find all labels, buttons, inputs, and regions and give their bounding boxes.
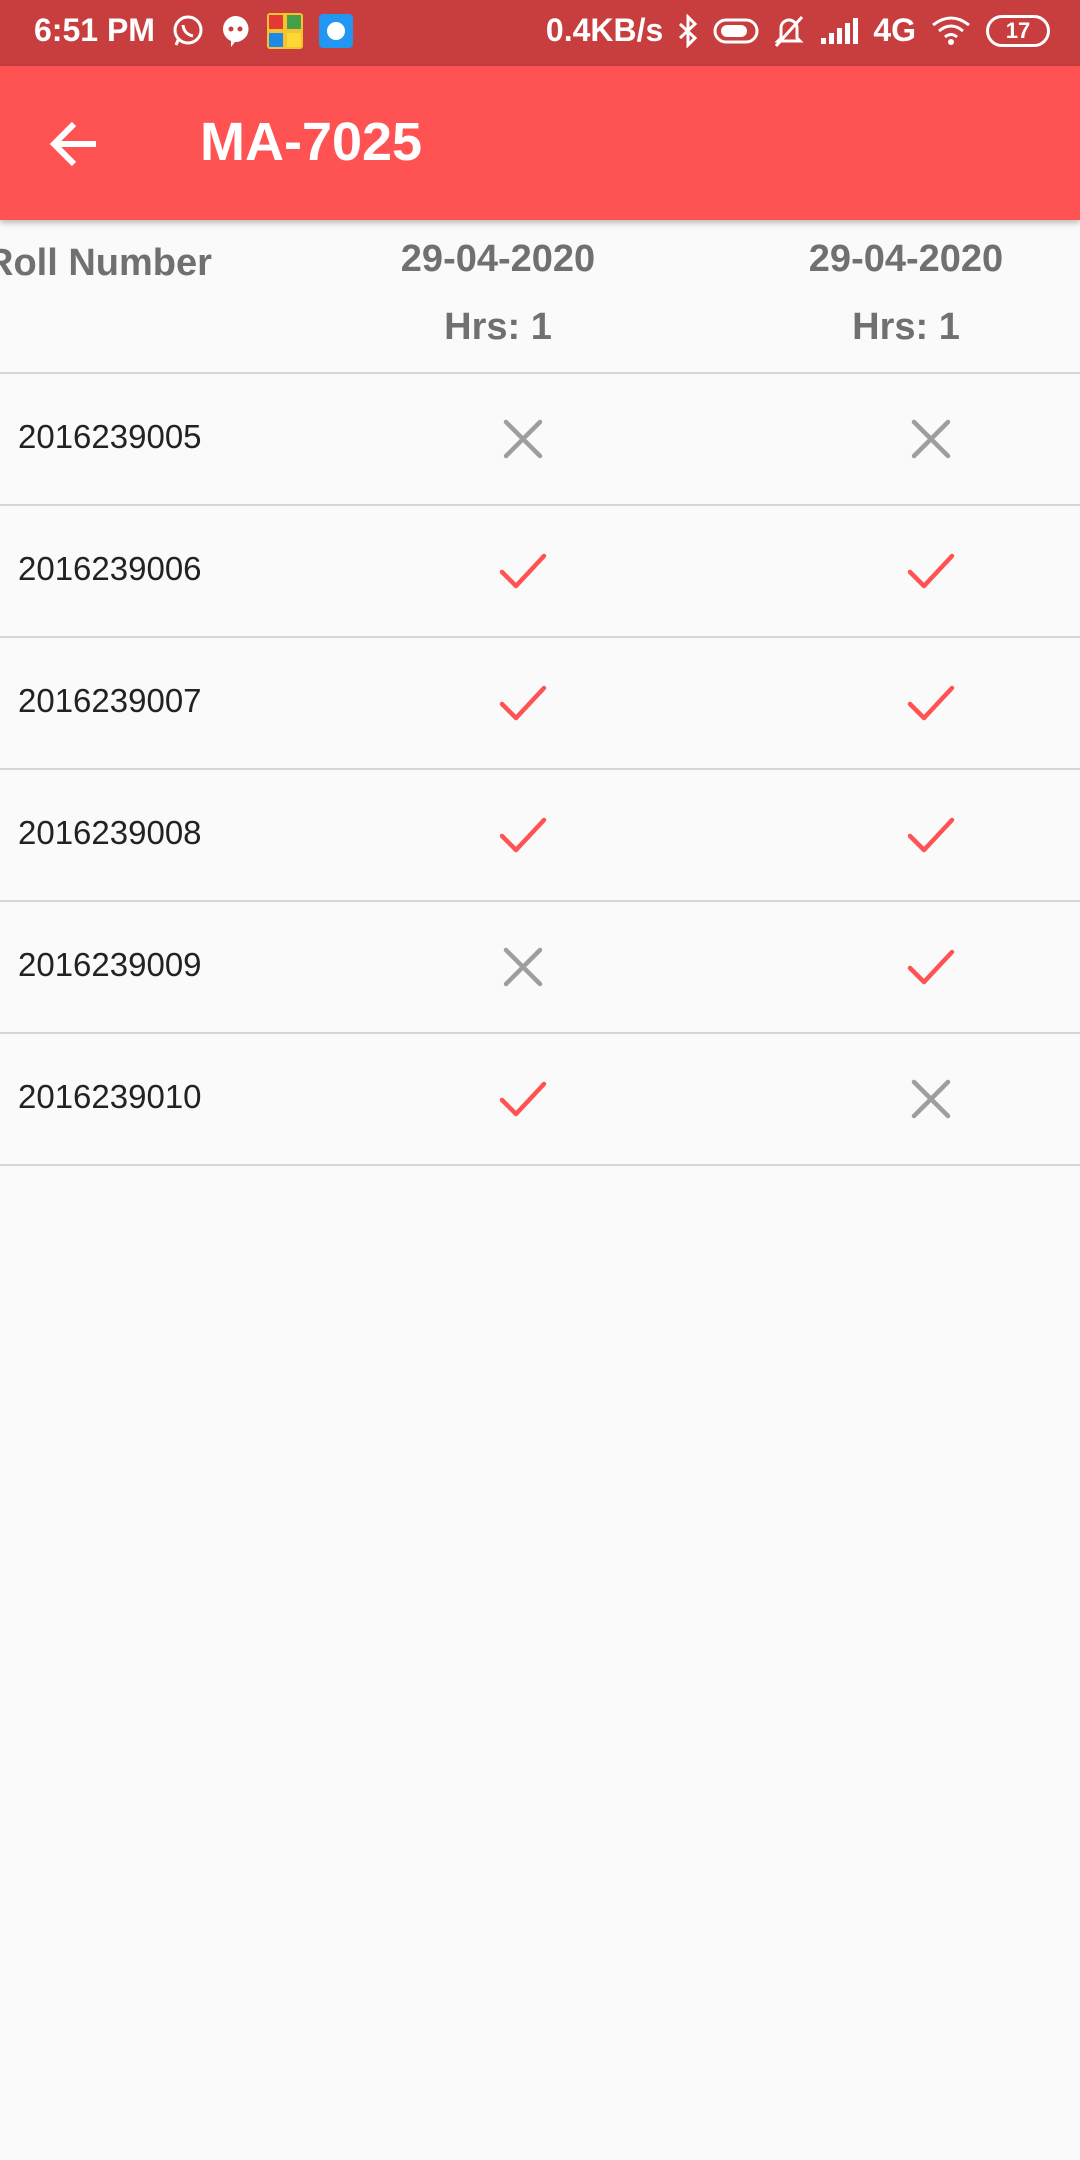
table-row: 2016239009 bbox=[0, 902, 1080, 1034]
close-icon bbox=[498, 414, 548, 464]
messenger-app-icon bbox=[318, 13, 353, 48]
bluetooth-icon bbox=[677, 13, 699, 48]
date-header-2: 29-04-2020 bbox=[808, 238, 1004, 280]
roll-number-cell: 2016239010 bbox=[18, 1078, 202, 1115]
roll-number-cell: 2016239009 bbox=[18, 946, 202, 983]
network-speed: 0.4KB/s bbox=[545, 12, 664, 48]
table-header: Roll Number 29-04-2020 Hrs: 1 29-04-2020… bbox=[0, 220, 1080, 374]
table-row: 2016239006 bbox=[0, 506, 1080, 638]
check-icon bbox=[906, 810, 956, 860]
check-icon bbox=[498, 810, 548, 860]
battery-indicator: 17 bbox=[986, 14, 1050, 47]
check-icon bbox=[498, 546, 548, 596]
check-icon bbox=[906, 942, 956, 992]
close-icon bbox=[498, 942, 548, 992]
page-title: MA-7025 bbox=[200, 112, 423, 172]
back-button[interactable] bbox=[46, 116, 106, 172]
table-row: 2016239007 bbox=[0, 638, 1080, 770]
table-row: 2016239008 bbox=[0, 770, 1080, 902]
date-header-1: 29-04-2020 bbox=[400, 238, 596, 280]
ludo-game-icon bbox=[266, 12, 303, 49]
table-row: 2016239010 bbox=[0, 1034, 1080, 1166]
hours-header-1: Hrs: 1 bbox=[444, 306, 552, 348]
app-bar: MA-7025 bbox=[0, 66, 1080, 220]
hours-header-2: Hrs: 1 bbox=[852, 306, 960, 348]
signal-icon bbox=[819, 16, 859, 46]
attendance-table: Roll Number 29-04-2020 Hrs: 1 29-04-2020… bbox=[0, 220, 1080, 1166]
table-row: 2016239005 bbox=[0, 374, 1080, 506]
wifi-icon bbox=[930, 15, 972, 47]
whatsapp-icon bbox=[171, 14, 205, 48]
chat-bubble-icon bbox=[221, 14, 251, 48]
battery-saver-icon bbox=[713, 16, 759, 46]
arrow-left-icon bbox=[46, 121, 106, 176]
status-bar: 6:51 PM 0.4KB/s 4G 17 bbox=[0, 0, 1080, 66]
check-icon bbox=[498, 1074, 548, 1124]
check-icon bbox=[498, 678, 548, 728]
roll-number-header: Roll Number bbox=[0, 242, 212, 284]
check-icon bbox=[906, 546, 956, 596]
roll-number-cell: 2016239008 bbox=[18, 814, 202, 851]
roll-number-cell: 2016239006 bbox=[18, 550, 202, 587]
roll-number-cell: 2016239005 bbox=[18, 418, 202, 455]
status-time: 6:51 PM bbox=[34, 12, 155, 48]
roll-number-cell: 2016239007 bbox=[18, 682, 202, 719]
close-icon bbox=[906, 1074, 956, 1124]
mute-bell-icon bbox=[773, 14, 805, 48]
check-icon bbox=[906, 678, 956, 728]
network-type: 4G bbox=[873, 12, 916, 48]
close-icon bbox=[906, 414, 956, 464]
